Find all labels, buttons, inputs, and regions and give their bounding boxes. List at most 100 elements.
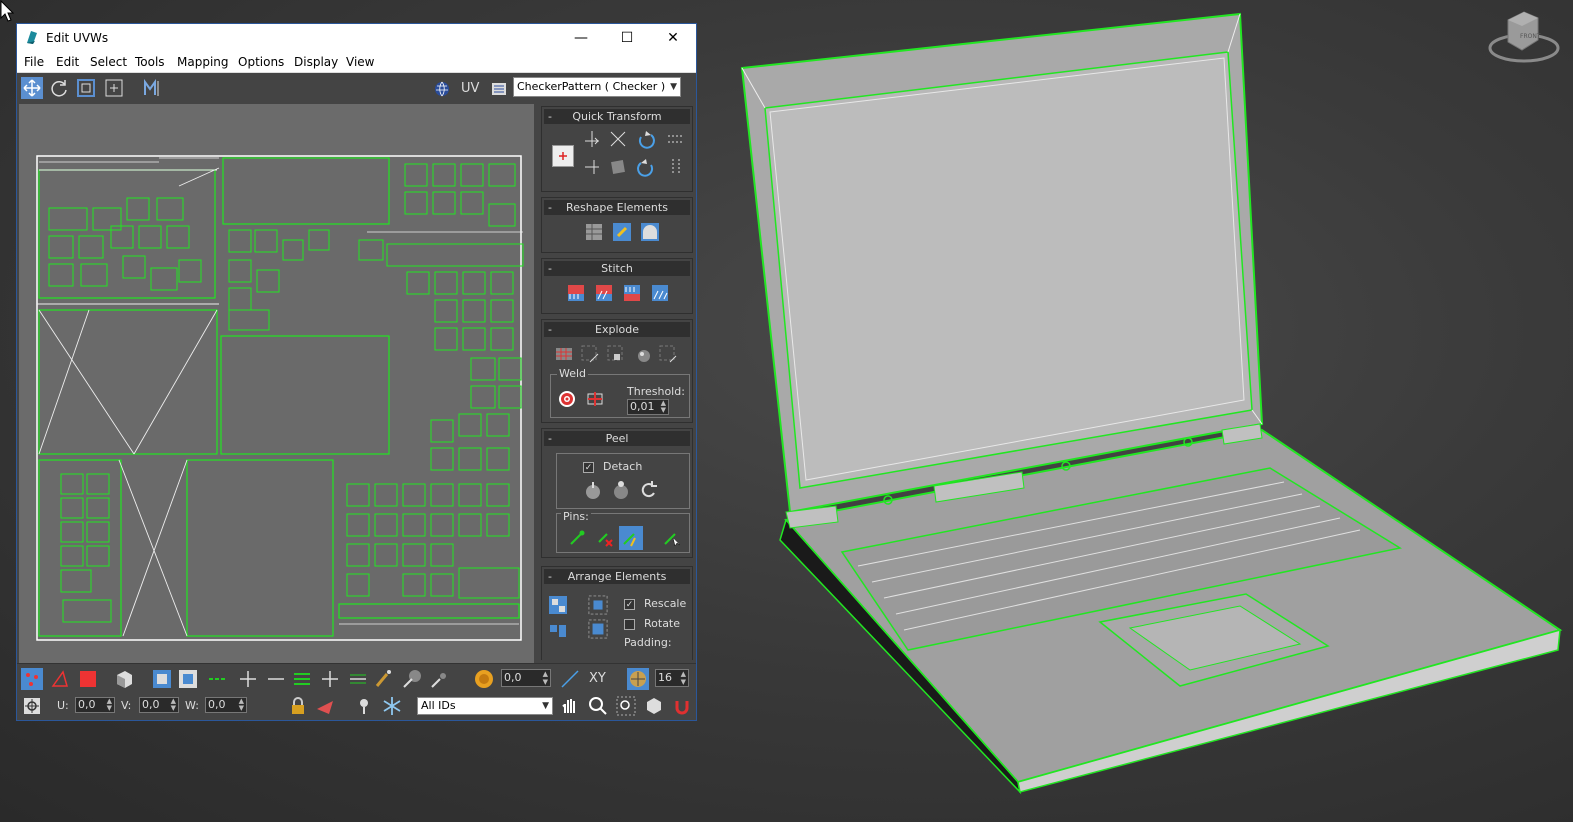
uv-editor-canvas[interactable] [19, 104, 534, 664]
title-bar[interactable]: Edit UVWs — ☐ ✕ [17, 24, 696, 52]
relax-icon[interactable] [612, 222, 632, 242]
globe-icon[interactable] [433, 80, 451, 98]
menu-display[interactable]: Display [294, 55, 338, 69]
auto-pin-button[interactable] [619, 526, 643, 550]
menu-mapping[interactable]: Mapping [177, 55, 229, 69]
material-id-dropdown[interactable]: All IDs ▼ [417, 697, 553, 715]
space-vertical-icon[interactable] [666, 157, 686, 177]
unpin-icon[interactable] [595, 528, 615, 548]
grid-size-spinner[interactable]: 16 ▲ ▼ [655, 669, 689, 687]
flatten-by-smoothing-icon[interactable] [632, 344, 652, 364]
quick-peel-icon[interactable] [583, 480, 603, 500]
soft-selection-icon[interactable] [473, 668, 495, 690]
grow-loop-icon[interactable] [237, 668, 259, 690]
select-pins-icon[interactable] [661, 528, 681, 548]
w-spinner[interactable]: 0,0 ▲ ▼ [205, 697, 247, 713]
freeze-icon[interactable] [381, 695, 403, 717]
align-diagonal-icon[interactable] [608, 129, 628, 149]
reset-peel-icon[interactable] [639, 480, 659, 500]
loop-select-icon[interactable] [207, 668, 229, 690]
stitch-to-source-icon[interactable] [622, 283, 642, 303]
stitch-custom-icon[interactable] [650, 283, 670, 303]
edge-mode-icon[interactable] [49, 668, 71, 690]
element-mode-icon[interactable] [113, 668, 135, 690]
pack-together-icon[interactable] [548, 619, 568, 639]
shrink-selection-icon[interactable] [177, 668, 199, 690]
rescale-checkbox[interactable]: ✓ [624, 599, 635, 610]
menu-file[interactable]: File [24, 55, 44, 69]
straighten-icon[interactable] [608, 157, 628, 177]
rollout-header-arrange-elements[interactable]: - Arrange Elements [544, 569, 690, 584]
stitch-average-icon[interactable] [594, 283, 614, 303]
pack-grid-icon[interactable] [588, 619, 608, 639]
rotate-ccw-icon[interactable] [636, 157, 656, 177]
pack-custom-icon[interactable] [588, 595, 608, 615]
close-button[interactable]: ✕ [650, 24, 696, 52]
zoom-icon[interactable] [587, 695, 609, 717]
u-spinner[interactable]: 0,0 ▲ ▼ [75, 697, 115, 713]
rotate-checkbox[interactable] [624, 619, 635, 630]
texture-dropdown[interactable]: CheckerPattern ( Checker ) ▼ [513, 77, 681, 97]
flatten-by-material-icon[interactable] [658, 344, 678, 364]
break-icon[interactable] [554, 344, 574, 364]
move-tool-button[interactable] [21, 77, 43, 99]
target-weld-icon[interactable] [557, 389, 577, 409]
detach-checkbox[interactable]: ✓ [583, 462, 594, 473]
absolute-offset-icon[interactable] [21, 695, 43, 717]
face-mode-icon[interactable] [77, 668, 99, 690]
ring-select-icon[interactable] [291, 668, 313, 690]
snap-magnet-icon[interactable] [671, 695, 693, 717]
rollout-header-peel[interactable]: - Peel [544, 431, 690, 446]
space-horizontal-icon[interactable] [666, 129, 686, 149]
detach-edge-icon[interactable] [580, 344, 600, 364]
rotate-tool-button[interactable] [48, 77, 70, 99]
weld-selected-icon[interactable] [585, 389, 605, 409]
lock-icon[interactable] [287, 695, 309, 717]
rotate-cw-icon[interactable] [636, 129, 656, 149]
xy-axis-label[interactable]: XY [589, 671, 606, 686]
zoom-region-icon[interactable] [615, 695, 637, 717]
grow-ring-icon[interactable] [319, 668, 341, 690]
grid-snap-button[interactable] [627, 668, 649, 690]
shrink-loop-icon[interactable] [265, 668, 287, 690]
arch-icon[interactable] [640, 222, 660, 242]
enlarge-brush-icon[interactable] [401, 668, 423, 690]
menu-view[interactable]: View [346, 55, 374, 69]
grow-selection-icon[interactable] [151, 668, 173, 690]
peel-mode-icon[interactable] [611, 480, 631, 500]
stitch-to-target-icon[interactable] [566, 283, 586, 303]
pin-icon[interactable] [567, 528, 587, 548]
threshold-spinner[interactable]: 0,01 ▲ ▼ [627, 399, 669, 415]
uv-space-label[interactable]: UV [461, 81, 479, 96]
soft-selection-spinner[interactable]: 0,0 ▲ ▼ [501, 669, 551, 687]
pivot-button[interactable] [552, 145, 574, 167]
hide-icon[interactable] [315, 695, 337, 717]
grid-align-icon[interactable] [584, 222, 604, 242]
minimize-button[interactable]: — [558, 24, 604, 52]
shrink-brush-icon[interactable] [429, 668, 451, 690]
flatten-icon[interactable] [606, 344, 626, 364]
menu-select[interactable]: Select [90, 55, 127, 69]
vertex-mode-button[interactable] [21, 668, 43, 690]
freeform-tool-button[interactable] [103, 77, 125, 99]
maximize-button[interactable]: ☐ [604, 24, 650, 52]
zoom-extents-icon[interactable] [643, 695, 665, 717]
scale-tool-button[interactable] [75, 77, 97, 99]
viewcube[interactable]: FRONT [1484, 8, 1560, 68]
pack-normalize-icon[interactable] [548, 595, 568, 615]
rollout-header-quick-transform[interactable]: - Quick Transform [544, 109, 690, 124]
edge-distance-icon[interactable] [559, 668, 581, 690]
pan-hand-icon[interactable] [559, 695, 581, 717]
rollout-header-explode[interactable]: - Explode [544, 322, 690, 337]
rollout-header-stitch[interactable]: - Stitch [544, 261, 690, 276]
menu-edit[interactable]: Edit [56, 55, 79, 69]
align-vertical-icon[interactable] [582, 157, 602, 177]
list-icon[interactable] [491, 81, 507, 97]
menu-options[interactable]: Options [238, 55, 284, 69]
mirror-tool-button[interactable] [141, 77, 163, 99]
shrink-ring-icon[interactable] [347, 668, 369, 690]
unhide-icon[interactable] [353, 695, 375, 717]
paint-select-icon[interactable] [373, 668, 395, 690]
v-spinner[interactable]: 0,0 ▲ ▼ [139, 697, 179, 713]
align-horizontal-icon[interactable] [582, 129, 602, 149]
